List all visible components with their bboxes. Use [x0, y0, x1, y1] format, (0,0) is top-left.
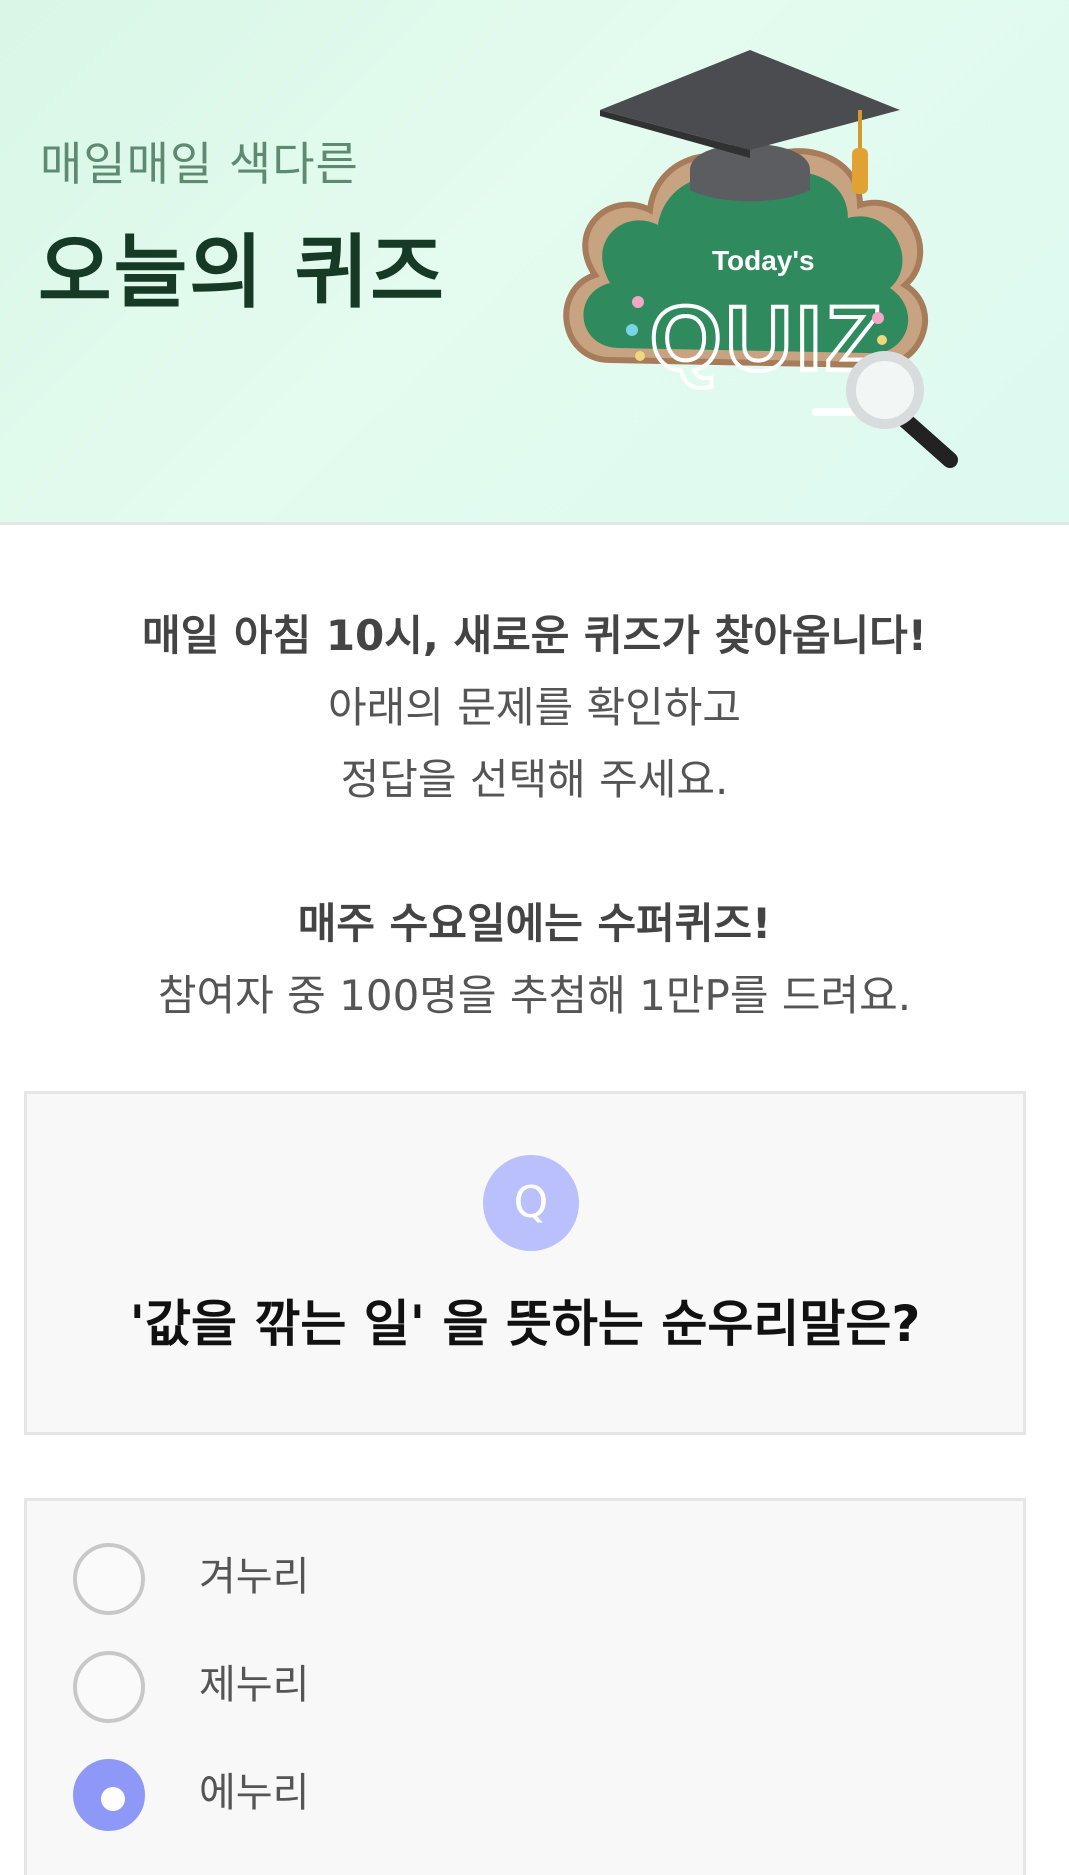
question-badge: Q — [483, 1155, 579, 1251]
banner-subtitle: 매일매일 색다른 — [40, 137, 359, 191]
option-2[interactable]: 제누리 — [73, 1651, 973, 1727]
super-quiz-headline: 매주 수요일에는 수퍼퀴즈! — [297, 899, 772, 948]
question-card: Q '값을 깎는 일' 을 뜻하는 순우리말은? — [24, 1091, 1026, 1435]
option-1-label: 겨누리 — [199, 1554, 310, 1600]
question-text: '값을 깎는 일' 을 뜻하는 순우리말은? — [129, 1295, 921, 1353]
graduation-cap-icon — [600, 50, 900, 202]
option-2-label: 제누리 — [199, 1662, 310, 1708]
banner-title: 오늘의 퀴즈 — [38, 226, 446, 319]
option-2-radio[interactable] — [73, 1651, 145, 1723]
option-1-radio[interactable] — [73, 1543, 145, 1615]
intro-text-1: 아래의 문제를 확인하고 — [327, 683, 742, 732]
art-todays-label: Today's — [712, 245, 815, 276]
options-card: 겨누리 제누리 에누리 — [24, 1498, 1026, 1875]
intro-headline: 매일 아침 10시, 새로운 퀴즈가 찾아옵니다! — [142, 611, 927, 660]
intro-text-2: 정답을 선택해 주세요. — [340, 755, 729, 804]
super-quiz-text: 참여자 중 100명을 추첨해 1만P를 드려요. — [157, 971, 912, 1020]
option-3-radio[interactable] — [73, 1759, 145, 1831]
option-3[interactable]: 에누리 — [73, 1759, 973, 1835]
quiz-banner: 매일매일 색다른 오늘의 퀴즈 Today's QUIZ — [0, 0, 1069, 525]
option-3-label: 에누리 — [199, 1770, 310, 1816]
quiz-page: 매일매일 색다른 오늘의 퀴즈 Today's QUIZ 매일 아침 10시, … — [0, 0, 1069, 1875]
magnifier-icon — [846, 351, 958, 468]
quiz-intro: 매일 아침 10시, 새로운 퀴즈가 찾아옵니다! 아래의 문제를 확인하고 정… — [0, 600, 1069, 1032]
option-1[interactable]: 겨누리 — [73, 1543, 973, 1619]
quiz-chalkboard-illustration: Today's QUIZ — [563, 50, 958, 468]
